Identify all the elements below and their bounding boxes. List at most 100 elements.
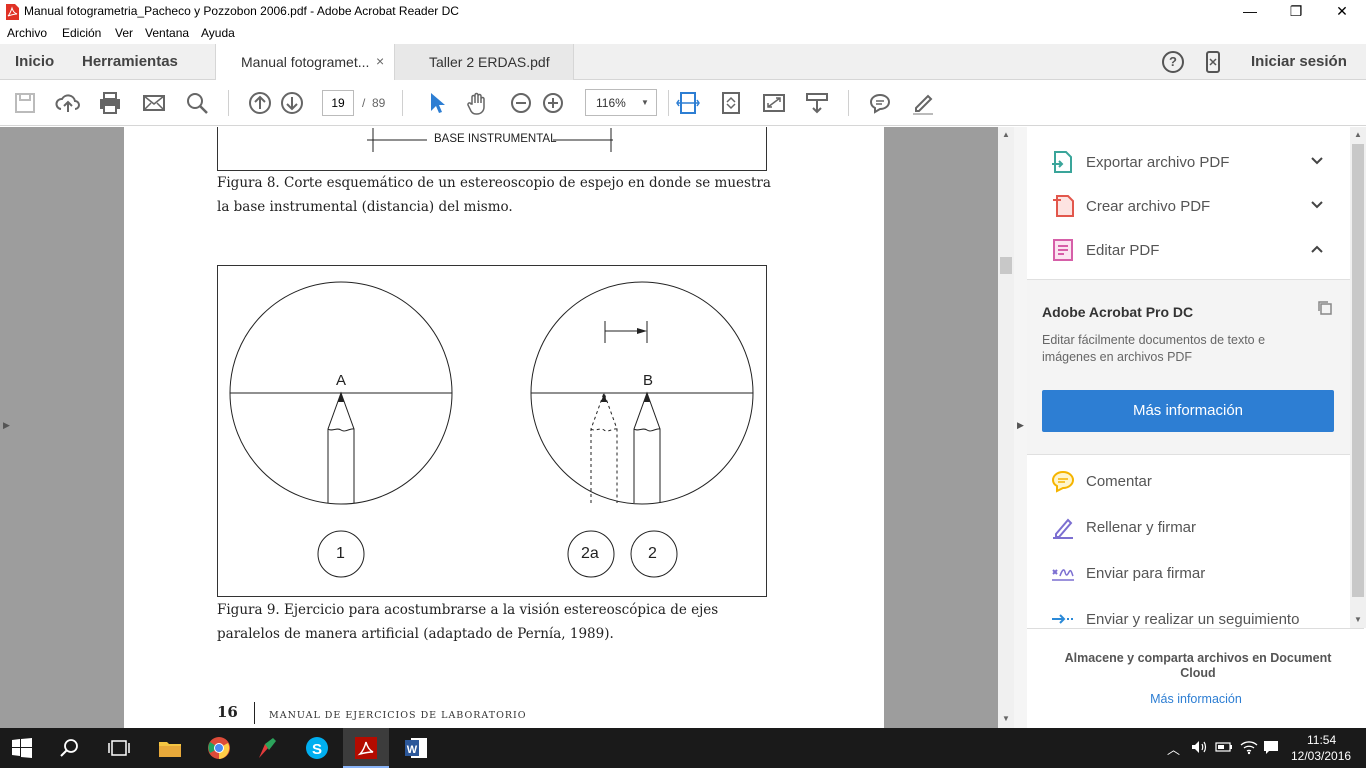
scroll-down-icon[interactable]: ▼: [1354, 615, 1362, 624]
page-total: 89: [372, 96, 386, 110]
scroll-up-icon[interactable]: ▲: [1354, 130, 1362, 139]
promo-title: Adobe Acrobat Pro DC: [1042, 304, 1194, 320]
menu-ventana[interactable]: Ventana: [145, 26, 189, 40]
page-separator: /: [362, 96, 366, 110]
promo-description: Editar fácilmente documentos de texto e …: [1042, 333, 1266, 364]
select-cursor-icon[interactable]: [423, 90, 449, 116]
close-window-button[interactable]: ✕: [1319, 0, 1365, 24]
send-sign-icon: [1050, 560, 1076, 586]
restore-button[interactable]: ❐: [1273, 0, 1319, 24]
scroll-thumb[interactable]: [1352, 144, 1364, 597]
word-icon[interactable]: W: [402, 734, 430, 762]
menu-edicion[interactable]: Edición: [62, 26, 101, 40]
page-number: 16: [217, 703, 238, 721]
chevron-down-icon[interactable]: [1310, 154, 1324, 168]
clock-time[interactable]: 11:54: [1307, 733, 1336, 747]
tools-pane-scrollbar[interactable]: ▲ ▼: [1350, 127, 1366, 628]
zoom-value: 116%: [596, 96, 626, 110]
search-icon[interactable]: [60, 738, 88, 766]
zoom-out-icon[interactable]: [508, 90, 534, 116]
tray-chevron-up-icon[interactable]: ︿: [1167, 739, 1180, 758]
document-scrollbar[interactable]: ▲ ▼: [998, 127, 1014, 728]
save-icon[interactable]: [12, 90, 38, 116]
upload-cloud-icon[interactable]: [55, 90, 81, 116]
tool-export-pdf[interactable]: Exportar archivo PDF: [1086, 154, 1229, 171]
hand-tool-icon[interactable]: [465, 90, 491, 116]
promo-copy-icon[interactable]: [1317, 300, 1333, 321]
tool-enviar-seguimiento[interactable]: Enviar y realizar un seguimiento: [1086, 611, 1299, 628]
svg-text:S: S: [312, 741, 322, 758]
previous-page-icon[interactable]: [247, 90, 273, 116]
highlight-icon[interactable]: [910, 90, 936, 116]
fit-page-icon[interactable]: [675, 90, 701, 116]
menu-ayuda[interactable]: Ayuda: [201, 26, 235, 40]
collapse-pane-icon[interactable]: ▶: [1017, 420, 1024, 431]
comment-icon[interactable]: [867, 90, 893, 116]
chevron-up-icon[interactable]: [1310, 242, 1324, 256]
chevron-down-icon: ▼: [641, 98, 649, 107]
zoom-in-icon[interactable]: [540, 90, 566, 116]
page-number-input[interactable]: [322, 90, 354, 116]
tab-document-manual[interactable]: Manual fotogramet... ×: [215, 44, 395, 81]
tab-document-taller[interactable]: Taller 2 ERDAS.pdf: [395, 44, 574, 80]
print-icon[interactable]: [97, 90, 123, 116]
circle-label-2a: 2a: [581, 545, 599, 562]
email-icon[interactable]: [141, 90, 167, 116]
acrobat-app-icon: [5, 4, 19, 20]
search-icon[interactable]: [184, 90, 210, 116]
menu-ver[interactable]: Ver: [115, 26, 133, 40]
windows-start-icon[interactable]: [12, 738, 40, 766]
paint-app-icon[interactable]: [254, 734, 282, 762]
toolbar: / 89 116% ▼: [0, 80, 1366, 126]
file-explorer-icon[interactable]: [156, 734, 184, 762]
fill-sign-icon: [1050, 514, 1076, 540]
mobile-link-icon[interactable]: [1205, 51, 1221, 78]
notifications-icon[interactable]: [1263, 739, 1279, 758]
figure-9-drawing: [229, 281, 754, 578]
tab-document-label: Taller 2 ERDAS.pdf: [429, 54, 550, 70]
wifi-icon[interactable]: [1240, 739, 1258, 758]
document-viewport[interactable]: ▶ BASE INSTRUMENTAL Figura 8. Corte esqu…: [0, 127, 1014, 728]
figure-8-caption: Figura 8. Corte esquemático de un estere…: [217, 175, 771, 215]
next-page-icon[interactable]: [279, 90, 305, 116]
label-a: A: [336, 372, 347, 389]
scroll-up-icon[interactable]: ▲: [1002, 130, 1010, 139]
scroll-down-icon[interactable]: ▼: [1002, 714, 1010, 723]
pane-collapse-strip[interactable]: ▶: [1014, 127, 1027, 728]
tool-enviar-firmar[interactable]: Enviar para firmar: [1086, 565, 1205, 582]
menu-archivo[interactable]: Archivo: [7, 26, 47, 40]
chevron-down-icon[interactable]: [1310, 198, 1324, 212]
scroll-thumb[interactable]: [1000, 257, 1012, 274]
export-pdf-icon: [1050, 149, 1076, 175]
chrome-icon[interactable]: [205, 734, 233, 762]
cloud-text: Almacene y comparta archivos en Document…: [1064, 651, 1332, 680]
signin-button[interactable]: Iniciar sesión: [1251, 53, 1347, 70]
tab-inicio[interactable]: Inicio: [15, 53, 54, 70]
tab-document-label: Manual fotogramet...: [241, 54, 370, 70]
help-icon[interactable]: ?: [1162, 51, 1184, 73]
battery-icon[interactable]: [1215, 740, 1233, 757]
cloud-link[interactable]: Más información: [1048, 692, 1344, 706]
tab-row: Inicio Herramientas Manual fotogramet...…: [0, 44, 1366, 81]
task-view-icon[interactable]: [108, 738, 136, 766]
skype-icon[interactable]: S: [303, 734, 331, 762]
svg-text:W: W: [407, 744, 418, 756]
figure-9-caption: Figura 9. Ejercicio para acostumbrarse a…: [217, 602, 719, 642]
tab-close-icon[interactable]: ×: [376, 53, 384, 69]
tool-comentar[interactable]: Comentar: [1086, 473, 1152, 490]
tool-rellenar-firmar[interactable]: Rellenar y firmar: [1086, 519, 1196, 536]
mas-informacion-button[interactable]: Más información: [1042, 390, 1334, 432]
circle-label-1: 1: [336, 545, 345, 562]
full-screen-icon[interactable]: [761, 90, 787, 116]
left-pane-toggle-icon[interactable]: ▶: [3, 420, 10, 431]
tab-herramientas[interactable]: Herramientas: [82, 53, 178, 70]
tool-edit-pdf[interactable]: Editar PDF: [1086, 242, 1159, 259]
clock-date[interactable]: 12/03/2016: [1291, 749, 1351, 763]
minimize-button[interactable]: —: [1227, 0, 1273, 24]
scroll-mode-icon[interactable]: [804, 90, 830, 116]
volume-icon[interactable]: [1190, 738, 1208, 759]
tool-create-pdf[interactable]: Crear archivo PDF: [1086, 198, 1210, 215]
rotate-view-icon[interactable]: [718, 90, 744, 116]
zoom-select[interactable]: 116% ▼: [585, 89, 657, 116]
acrobat-taskbar-active[interactable]: [343, 728, 389, 768]
